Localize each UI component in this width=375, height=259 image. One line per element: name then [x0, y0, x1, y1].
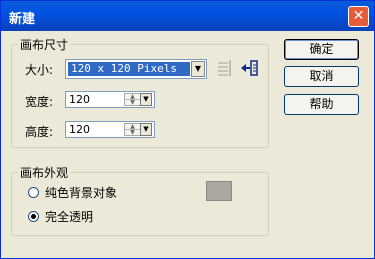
height-field[interactable]: 120 ▲ ▼ ▼: [65, 121, 155, 138]
transparent-label[interactable]: 完全透明: [45, 208, 93, 225]
height-value: 120: [69, 123, 90, 136]
background-color-swatch[interactable]: [206, 181, 232, 201]
close-icon: ✕: [352, 8, 365, 24]
solid-background-radio[interactable]: [28, 187, 39, 198]
pixel-grid-icon[interactable]: [218, 60, 232, 76]
size-preset-value: 120 x 120 Pixels: [68, 62, 190, 76]
canvas-size-legend: 画布尺寸: [20, 38, 69, 52]
size-label: 大小:: [25, 63, 54, 77]
down-arrow-icon[interactable]: ▼: [125, 100, 140, 106]
width-label: 宽度:: [25, 95, 54, 109]
down-arrow-icon[interactable]: ▼: [125, 130, 140, 136]
chevron-down-icon[interactable]: ▼: [140, 123, 152, 136]
height-label: 高度:: [25, 125, 54, 139]
canvas-appearance-legend: 画布外观: [20, 166, 69, 180]
new-canvas-dialog: 新建 ✕ 画布尺寸 大小: 120 x 120 Pixels ▼ 宽度: 120…: [0, 0, 375, 259]
chevron-down-icon[interactable]: ▼: [191, 61, 205, 77]
arrow-into-icon[interactable]: [239, 59, 259, 77]
ok-button[interactable]: 确定: [284, 39, 359, 60]
width-field[interactable]: 120 ▲ ▼ ▼: [65, 91, 155, 108]
close-button[interactable]: ✕: [348, 6, 369, 27]
height-stepper[interactable]: ▲ ▼: [124, 123, 141, 136]
solid-background-label[interactable]: 纯色背景对象: [45, 184, 117, 201]
title-bar: 新建 ✕: [1, 1, 374, 31]
width-value: 120: [69, 93, 90, 106]
transparent-radio[interactable]: [28, 211, 39, 222]
dialog-title: 新建: [9, 12, 36, 27]
size-preset-select[interactable]: 120 x 120 Pixels ▼: [65, 59, 207, 79]
cancel-button[interactable]: 取消: [284, 66, 359, 87]
width-stepper[interactable]: ▲ ▼: [124, 93, 141, 106]
help-button[interactable]: 帮助: [284, 94, 359, 115]
chevron-down-icon[interactable]: ▼: [140, 93, 152, 106]
